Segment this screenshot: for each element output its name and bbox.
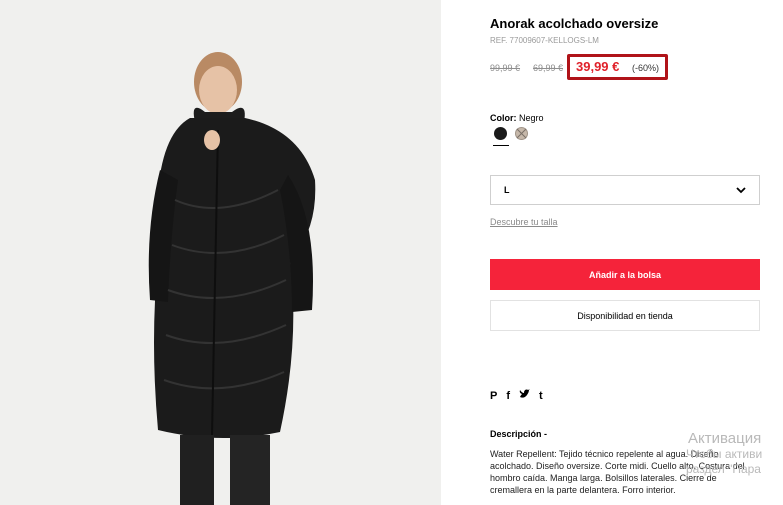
product-reference: REF. 77009607-KELLOGS-LM [490, 36, 599, 45]
twitter-icon[interactable] [519, 389, 531, 403]
current-price: 39,99 € [576, 59, 620, 74]
watermark-line-1: Активация [688, 430, 762, 447]
twitter-bird-shape [519, 389, 531, 398]
add-to-bag-button[interactable]: Añadir a la bolsa [490, 259, 760, 290]
previous-price: 69,99 € [533, 63, 564, 73]
selected-swatch-indicator [493, 145, 509, 146]
watermark-line-3: раздел "Пара [686, 462, 761, 476]
model-wearing-coat-image [0, 0, 441, 505]
store-availability-button[interactable]: Disponibilidad en tienda [490, 300, 760, 331]
social-share-bar: P f t [490, 389, 543, 403]
tumblr-icon[interactable]: t [539, 389, 543, 403]
size-select[interactable]: L [490, 175, 760, 205]
color-label-key: Color: [490, 113, 517, 123]
color-value: Negro [519, 113, 544, 123]
size-guide-link[interactable]: Descubre tu talla [490, 217, 558, 227]
chevron-down-icon [736, 187, 746, 194]
product-photo[interactable] [0, 0, 441, 505]
facebook-icon[interactable]: f [506, 389, 510, 403]
description-title: Descripción - [490, 429, 548, 439]
product-title: Anorak acolchado oversize [490, 16, 659, 31]
size-selected-value: L [504, 185, 510, 195]
black-swatch[interactable] [494, 127, 507, 140]
color-label: Color: Negro [490, 113, 544, 123]
original-price: 99,99 € [490, 63, 521, 73]
beige-swatch[interactable] [515, 127, 528, 140]
pinterest-icon[interactable]: P [490, 389, 497, 403]
windows-activation-watermark: Активация Чтобы активи раздел "Пара [686, 430, 763, 477]
discount-badge: (-60%) [632, 63, 660, 73]
watermark-line-2: Чтобы активи [686, 447, 763, 461]
